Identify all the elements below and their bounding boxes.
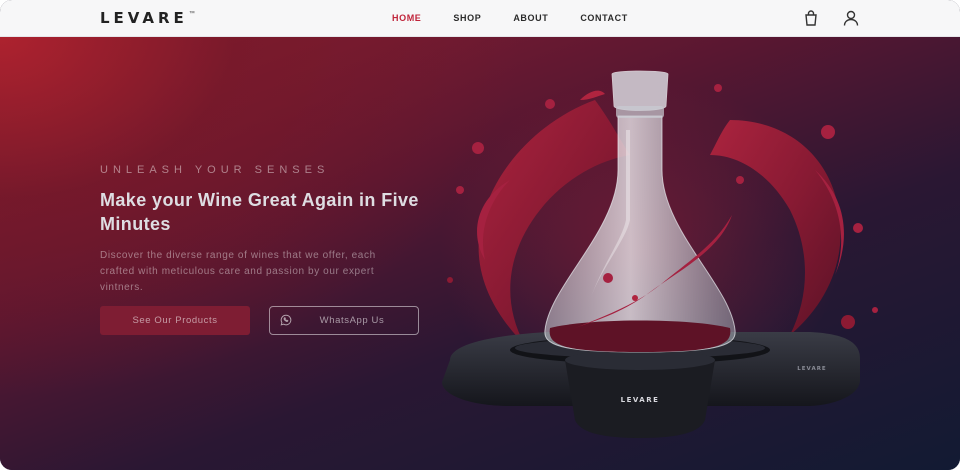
hero-section: UNLEASH YOUR SENSES Make your Wine Great… — [0, 36, 960, 470]
nav-about[interactable]: ABOUT — [513, 13, 548, 23]
whatsapp-button[interactable]: WhatsApp Us — [269, 306, 419, 335]
logo-trademark: ™ — [188, 11, 195, 17]
shopping-bag-icon[interactable] — [802, 9, 820, 27]
wine-decanter-image: LEVARE LEVARE — [440, 70, 878, 438]
nav-contact[interactable]: CONTACT — [580, 13, 628, 23]
nav-home[interactable]: HOME — [392, 13, 421, 23]
base-brand-label: LEVARE — [621, 396, 660, 404]
see-products-button[interactable]: See Our Products — [100, 306, 250, 335]
hero-description: Discover the diverse range of wines that… — [100, 250, 376, 293]
main-nav: HOME SHOP ABOUT CONTACT — [392, 0, 628, 36]
page-frame: LEVARE ™ HOME SHOP ABOUT CONTACT UNLEASH… — [0, 0, 960, 470]
brand-logo[interactable]: LEVARE ™ — [100, 9, 195, 27]
top-navbar: LEVARE ™ HOME SHOP ABOUT CONTACT — [0, 0, 960, 37]
side-brand-label: LEVARE — [797, 366, 826, 372]
user-icon[interactable] — [842, 9, 860, 27]
hero-headline: Make your Wine Great Again in Five Minut… — [100, 190, 419, 234]
nav-shop[interactable]: SHOP — [453, 13, 481, 23]
hero-eyebrow: UNLEASH YOUR SENSES — [100, 164, 330, 176]
logo-wordmark: LEVARE — [100, 9, 188, 27]
whatsapp-button-label: WhatsApp Us — [319, 315, 385, 326]
header-actions — [802, 9, 860, 27]
